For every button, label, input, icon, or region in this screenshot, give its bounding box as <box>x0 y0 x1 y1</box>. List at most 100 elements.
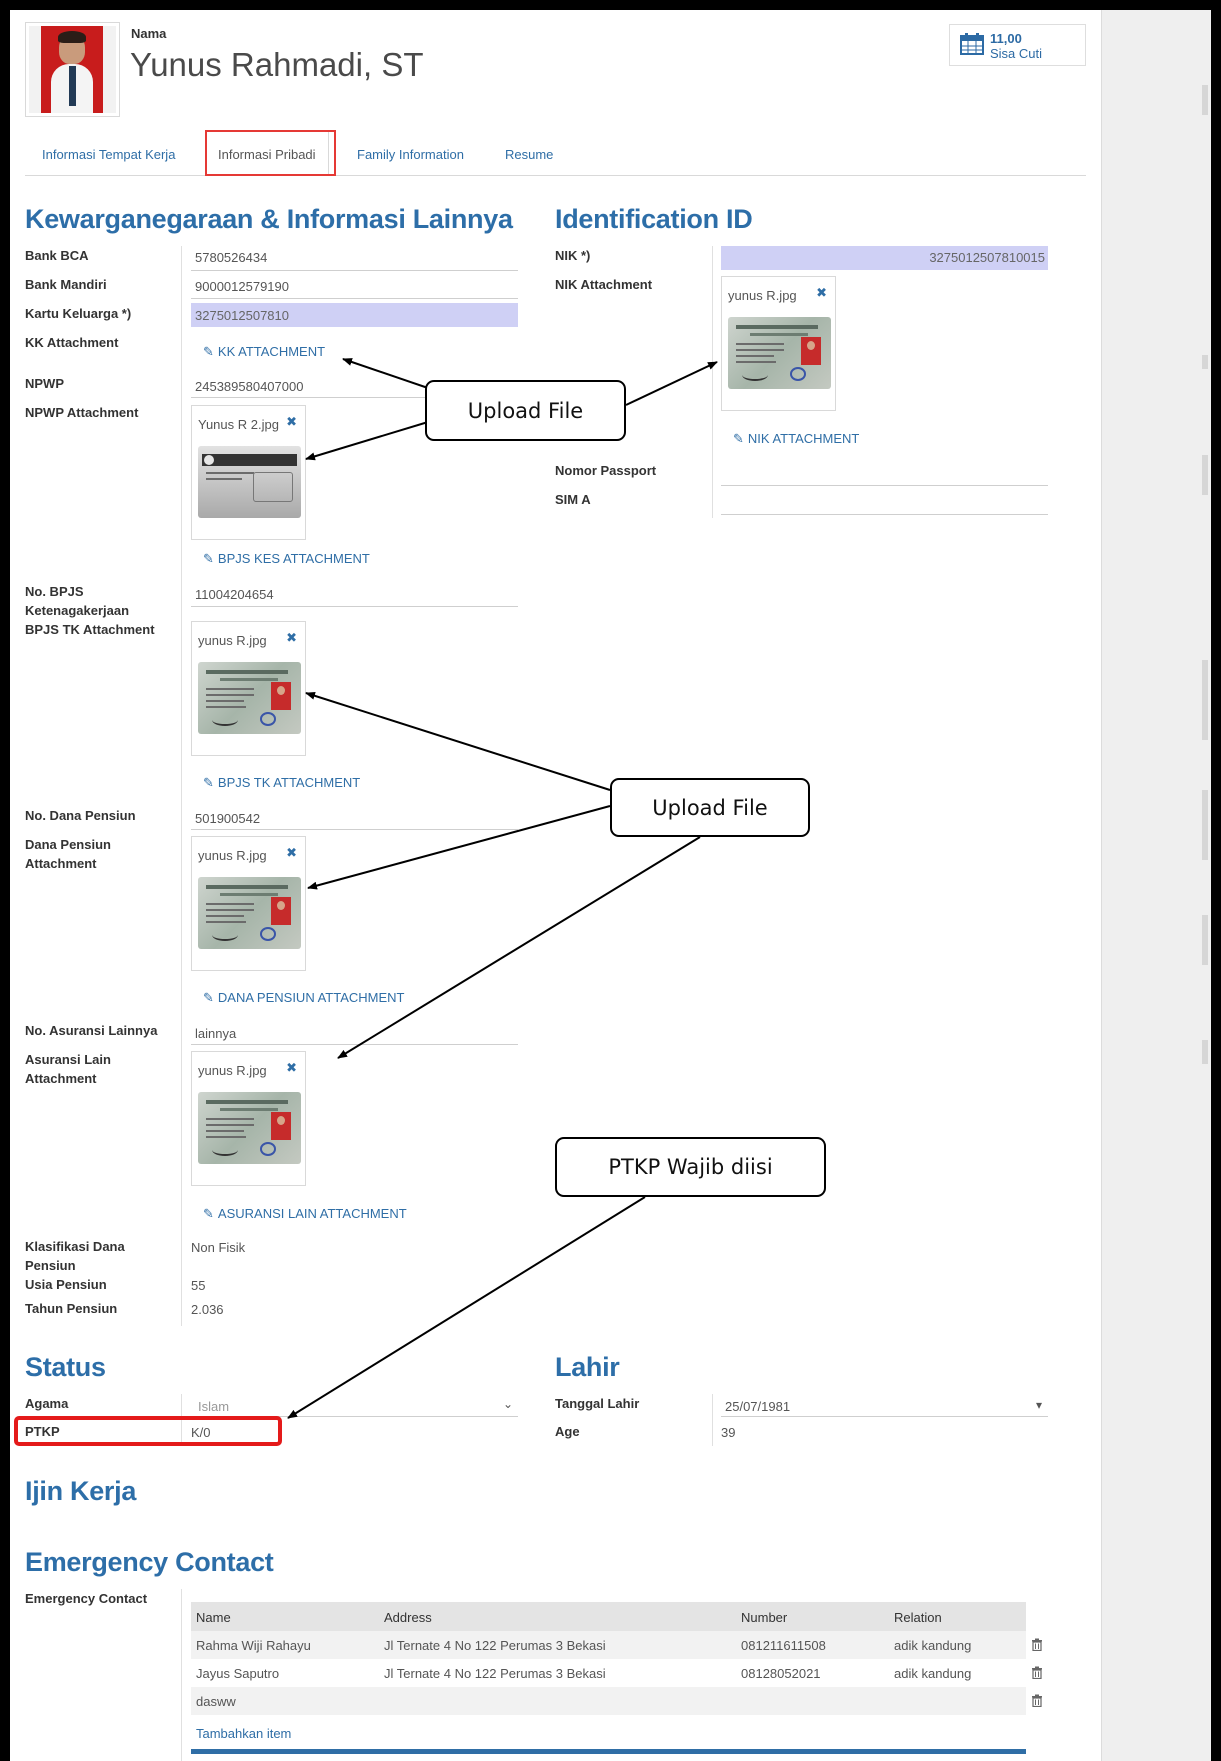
sim-a-label: SIM A <box>555 492 591 507</box>
tab-family-information[interactable]: Family Information <box>357 147 464 162</box>
passport-field[interactable] <box>721 485 1048 486</box>
tab-informasi-tempat-kerja[interactable]: Informasi Tempat Kerja <box>42 147 175 162</box>
trash-icon[interactable] <box>1031 1694 1043 1707</box>
bpjs-tk-thumbnail[interactable] <box>198 662 301 734</box>
passport-label: Nomor Passport <box>555 463 657 478</box>
ptkp-callout: PTKP Wajib diisi <box>555 1137 826 1197</box>
status-section-title: Status <box>25 1352 106 1382</box>
dana-pensiun-file-card[interactable]: yunus R.jpg ✖ <box>191 836 306 971</box>
leave-balance-value: 11,00 <box>990 31 1022 46</box>
npwp-file-card[interactable]: Yunus R 2.jpg ✖ <box>191 405 306 540</box>
field-underline <box>191 606 518 607</box>
upload-file-callout: Upload File <box>610 778 810 837</box>
bank-mandiri-label: Bank Mandiri <box>25 277 107 292</box>
agama-select[interactable]: Islam <box>198 1399 229 1414</box>
column-header-number[interactable]: Number <box>741 1610 787 1625</box>
emergency-section-title: Emergency Contact <box>25 1547 274 1577</box>
trash-icon[interactable] <box>1031 1666 1043 1679</box>
add-item-link[interactable]: Tambahkan item <box>196 1726 291 1741</box>
cell-number: 081211611508 <box>741 1638 826 1653</box>
asuransi-label: No. Asuransi Lainnya <box>25 1023 158 1038</box>
dana-pensiun-file-name: yunus R.jpg <box>198 848 267 863</box>
asuransi-file-name: yunus R.jpg <box>198 1063 267 1078</box>
chevron-down-icon[interactable]: ⌄ <box>503 1397 513 1411</box>
cell-name: Rahma Wiji Rahayu <box>196 1638 311 1653</box>
dana-pensiun-thumbnail[interactable] <box>198 877 301 949</box>
label-divider <box>712 246 713 518</box>
close-icon[interactable]: ✖ <box>816 285 827 301</box>
tanggal-lahir-field[interactable]: 25/07/1981 <box>725 1399 790 1414</box>
scroll-marker <box>1202 790 1208 860</box>
citizenship-section-title: Kewarganegaraan & Informasi Lainnya <box>25 204 513 234</box>
dana-pensiun-field[interactable]: 501900542 <box>195 811 260 826</box>
close-icon[interactable]: ✖ <box>286 414 297 430</box>
bpjs-tk-field[interactable]: 11004204654 <box>195 587 274 602</box>
klasifikasi-label: Klasifikasi Dana Pensiun <box>25 1239 125 1273</box>
kk-attachment-button[interactable]: ✎ KK ATTACHMENT <box>203 344 325 360</box>
tab-resume[interactable]: Resume <box>505 147 553 162</box>
nik-attachment-button[interactable]: ✎ NIK ATTACHMENT <box>733 431 859 447</box>
leave-balance-label: Sisa Cuti <box>990 46 1043 61</box>
bpjs-kes-attachment-button[interactable]: ✎ BPJS KES ATTACHMENT <box>203 551 370 567</box>
cell-address: Jl Ternate 4 No 122 Perumas 3 Bekasi <box>384 1638 606 1653</box>
employee-name[interactable]: Yunus Rahmadi, ST <box>130 46 424 84</box>
column-header-name[interactable]: Name <box>196 1610 231 1625</box>
field-underline <box>191 270 518 271</box>
cell-name: dasww <box>196 1694 236 1709</box>
cell-address: Jl Ternate 4 No 122 Perumas 3 Bekasi <box>384 1666 606 1681</box>
table-row[interactable]: Jayus Saputro Jl Ternate 4 No 122 Peruma… <box>191 1659 1026 1687</box>
paperclip-icon: ✎ <box>203 1206 214 1221</box>
avatar[interactable] <box>25 22 120 117</box>
table-header: Name Address Number Relation <box>191 1602 1026 1631</box>
field-underline <box>721 1416 1048 1417</box>
chevron-down-icon[interactable]: ▾ <box>1036 1398 1042 1412</box>
column-header-address[interactable]: Address <box>384 1610 432 1625</box>
bpjs-tk-file-card[interactable]: yunus R.jpg ✖ <box>191 621 306 756</box>
npwp-attachment-label: NPWP Attachment <box>25 405 139 420</box>
close-icon[interactable]: ✖ <box>286 630 297 646</box>
asuransi-field[interactable]: lainnya <box>195 1026 236 1041</box>
field-underline <box>191 829 518 830</box>
column-header-relation[interactable]: Relation <box>894 1610 942 1625</box>
asuransi-attachment-button[interactable]: ✎ ASURANSI LAIN ATTACHMENT <box>203 1206 407 1222</box>
dana-pensiun-attachment-button[interactable]: ✎ DANA PENSIUN ATTACHMENT <box>203 990 405 1006</box>
label-divider <box>181 246 182 1326</box>
close-icon[interactable]: ✖ <box>286 1060 297 1076</box>
nik-file-name: yunus R.jpg <box>728 288 797 303</box>
bpjs-tk-attachment-label: BPJS TK Attachment <box>25 622 155 637</box>
nik-label: NIK *) <box>555 248 591 263</box>
nik-value: 3275012507810015 <box>929 250 1045 265</box>
scroll-marker <box>1202 455 1208 495</box>
kartu-keluarga-value: 3275012507810 <box>195 308 289 323</box>
npwp-thumbnail[interactable] <box>198 446 301 518</box>
klasifikasi-value: Non Fisik <box>191 1240 246 1255</box>
nik-thumbnail[interactable] <box>728 317 831 389</box>
dana-pensiun-label: No. Dana Pensiun <box>25 808 136 823</box>
npwp-field[interactable]: 245389580407000 <box>195 379 303 394</box>
ptkp-highlight <box>14 1416 282 1446</box>
agama-label: Agama <box>25 1396 69 1411</box>
side-panel <box>1101 0 1211 1761</box>
nik-file-card[interactable]: yunus R.jpg ✖ <box>721 276 836 411</box>
calendar-icon <box>960 33 984 55</box>
table-row[interactable]: Rahma Wiji Rahayu Jl Ternate 4 No 122 Pe… <box>191 1631 1026 1659</box>
field-underline <box>191 1044 518 1045</box>
sim-a-field[interactable] <box>721 514 1048 515</box>
avatar-photo <box>29 26 116 113</box>
paperclip-icon: ✎ <box>203 344 214 359</box>
emergency-contact-label: Emergency Contact <box>25 1591 148 1606</box>
scroll-marker <box>1202 660 1208 740</box>
asuransi-file-card[interactable]: yunus R.jpg ✖ <box>191 1051 306 1186</box>
bank-mandiri-field[interactable]: 9000012579190 <box>195 279 289 294</box>
bank-bca-field[interactable]: 5780526434 <box>195 250 267 265</box>
kk-attachment-label: KK Attachment <box>25 335 119 350</box>
asuransi-thumbnail[interactable] <box>198 1092 301 1164</box>
trash-icon[interactable] <box>1031 1638 1043 1651</box>
leave-balance-button[interactable]: 11,00 Sisa Cuti <box>949 24 1086 66</box>
bpjs-tk-label: No. BPJS Ketenagakerjaan <box>25 584 130 618</box>
bpjs-tk-attachment-button[interactable]: ✎ BPJS TK ATTACHMENT <box>203 775 360 791</box>
paperclip-icon: ✎ <box>203 990 214 1005</box>
employee-form-sheet <box>10 10 1101 1761</box>
table-row[interactable]: dasww <box>191 1687 1026 1715</box>
close-icon[interactable]: ✖ <box>286 845 297 861</box>
